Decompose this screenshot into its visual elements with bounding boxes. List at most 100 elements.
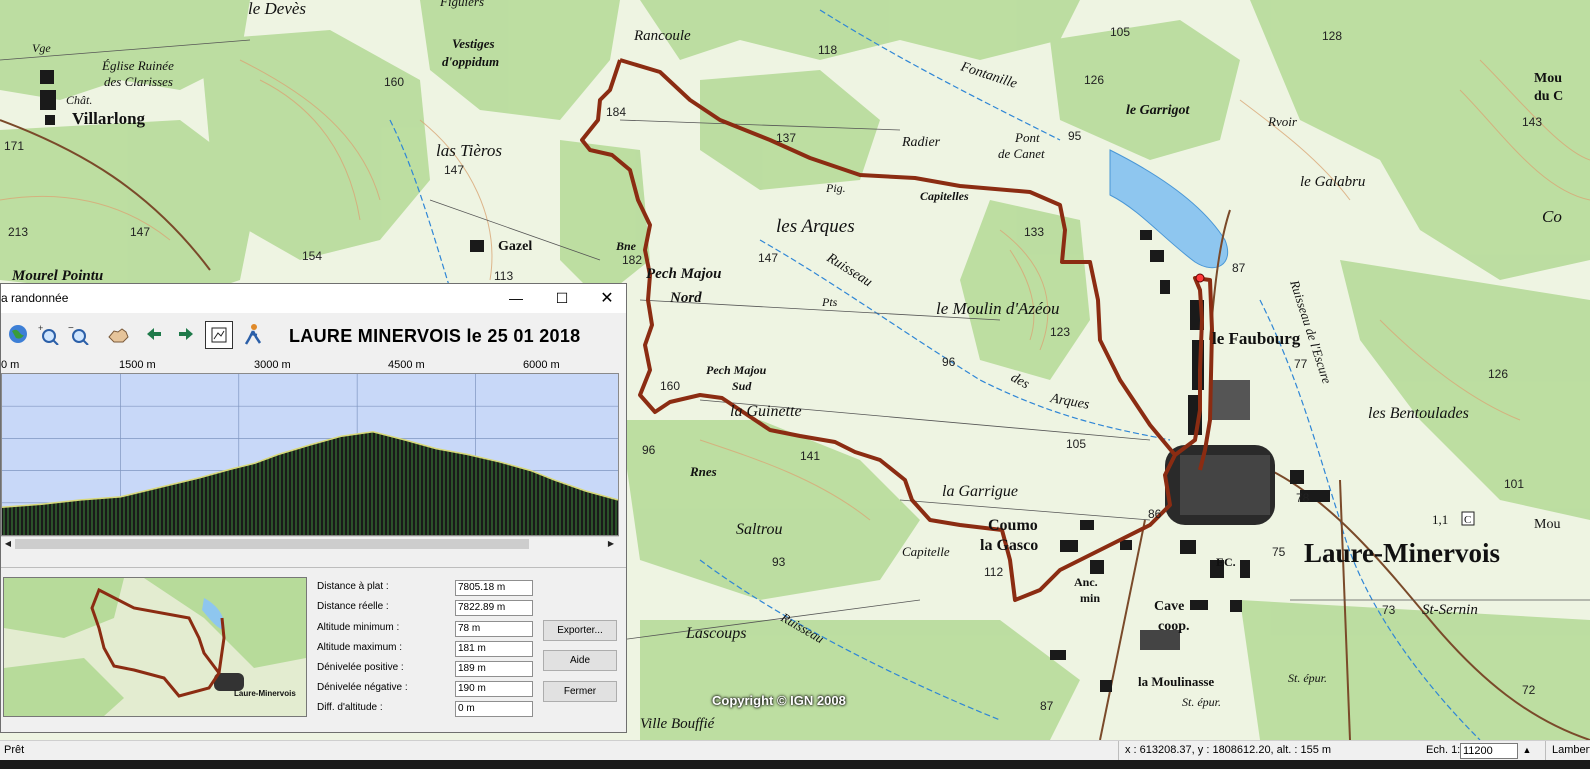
spot-height: 105	[1110, 25, 1130, 39]
spot-height: 112	[984, 565, 1003, 579]
scale-up-icon[interactable]: ▲	[1520, 743, 1534, 757]
status-text: Prêt	[4, 744, 25, 756]
label-galabru: le Galabru	[1300, 174, 1365, 190]
label-rnes: Rnes	[689, 464, 717, 479]
arrow-left-icon[interactable]	[141, 321, 167, 347]
stat-label-alt-min: Altitude minimum :	[317, 622, 400, 633]
spot-height: 113	[494, 269, 513, 283]
stat-value-elev-gain: 189 m	[455, 661, 533, 677]
label-capitelle: Capitelle	[902, 544, 950, 559]
label-vge: Vge	[32, 41, 51, 55]
label-pech-majou: Pech Majou	[646, 266, 721, 282]
label-tieros: las Tièros	[436, 141, 502, 160]
label-st-epur-1: St. épur.	[1288, 671, 1327, 685]
label-c-box: C	[1464, 514, 1471, 526]
label-villarlong: Villarlong	[72, 109, 146, 128]
close-button[interactable]: Fermer	[543, 681, 617, 702]
spot-height: 77	[1294, 357, 1308, 371]
label-ec: EC.	[1216, 555, 1236, 569]
minimap[interactable]: Laure-Minervois	[3, 577, 307, 717]
hiker-icon[interactable]	[239, 321, 265, 347]
spot-height: 160	[660, 379, 680, 393]
label-radier: Radier	[901, 135, 941, 150]
projection-label: Lambert II Etendu (m)	[1545, 741, 1590, 760]
spot-height: 160	[384, 75, 404, 89]
label-garrigue: la Garrigue	[942, 483, 1018, 500]
label-bentoulades: les Bentoulades	[1368, 405, 1469, 422]
zoom-in-icon[interactable]: +	[35, 321, 61, 347]
spot-height: 143	[1522, 115, 1542, 129]
profile-scrollbar[interactable]: ◀ ▶	[1, 536, 619, 551]
spot-height: 141	[800, 449, 820, 463]
spot-height: 87	[1232, 261, 1246, 275]
elevation-profile[interactable]	[1, 373, 619, 536]
globe-icon[interactable]	[5, 321, 31, 347]
spot-height: 184	[606, 105, 626, 119]
spot-height: 126	[1488, 367, 1508, 381]
scroll-thumb[interactable]	[15, 539, 529, 549]
arrow-right-icon[interactable]	[173, 321, 199, 347]
label-coop: coop.	[1158, 619, 1190, 634]
minimize-button[interactable]: —	[493, 284, 539, 313]
spot-height: 147	[130, 225, 150, 239]
label-guinette: la Guinette	[730, 403, 802, 420]
zoom-out-icon[interactable]: −	[65, 321, 91, 347]
export-button[interactable]: Exporter...	[543, 620, 617, 641]
close-window-button[interactable]: ✕	[584, 284, 630, 313]
spot-height: 101	[1504, 477, 1524, 491]
label-canet: de Canet	[998, 146, 1045, 161]
label-cave: Cave	[1154, 599, 1184, 614]
minimap-label: Laure-Minervois	[234, 689, 296, 698]
label-nord: Nord	[669, 290, 702, 306]
elevation-profile-chart	[1, 374, 619, 535]
spot-height: 93	[772, 555, 786, 569]
dialog-separator	[1, 567, 626, 568]
label-chat: Chât.	[66, 93, 92, 107]
help-button[interactable]: Aide	[543, 650, 617, 671]
label-co: Co	[1542, 207, 1562, 226]
label-bne: Bne	[615, 239, 637, 253]
label-moulinasse: la Moulinasse	[1138, 674, 1214, 689]
x-tick-label: 1500 m	[119, 359, 156, 371]
label-ville-bouffie: Ville Bouffié	[640, 716, 716, 732]
x-tick-label: 0 m	[1, 359, 20, 371]
pan-hand-icon[interactable]	[105, 321, 131, 347]
spot-height: 147	[444, 163, 464, 177]
map-copyright: Copyright © IGN 2008	[712, 693, 846, 708]
label-pont: Pont	[1014, 130, 1040, 145]
track-start-marker[interactable]	[1195, 273, 1205, 283]
spot-height: 118	[818, 43, 837, 57]
label-oppidum: d'oppidum	[442, 54, 499, 69]
stat-value-distance-flat: 7805.18 m	[455, 580, 533, 596]
profile-heading: LAURE MINERVOIS le 25 01 2018	[289, 326, 581, 346]
stat-value-alt-max: 181 m	[455, 641, 533, 657]
scale-label: Ech. 1:	[1426, 744, 1461, 756]
svg-text:−: −	[68, 323, 74, 334]
label-pig: Pig.	[825, 181, 846, 195]
label-garrigot: le Garrigot	[1126, 103, 1191, 118]
spot-height: 86	[1148, 507, 1162, 521]
label-deves: le Devès	[248, 0, 306, 18]
profile-view-icon[interactable]	[205, 321, 233, 349]
spot-height: 95	[1068, 129, 1082, 143]
scale-input[interactable]: 11200	[1460, 743, 1518, 759]
label-vestiges: Vestiges	[452, 36, 495, 51]
stat-value-alt-min: 78 m	[455, 621, 533, 637]
stat-label-elev-gain: Dénivelée positive :	[317, 662, 404, 673]
scroll-left-button[interactable]: ◀	[1, 537, 15, 551]
spot-height: 128	[1322, 29, 1342, 43]
x-tick-label: 3000 m	[254, 359, 291, 371]
label-min: min	[1080, 591, 1100, 605]
stat-label-alt-diff: Diff. d'altitude :	[317, 702, 383, 713]
scroll-right-button[interactable]: ▶	[604, 537, 618, 551]
label-one-one: 1,1	[1432, 512, 1448, 527]
x-tick-label: 6000 m	[523, 359, 560, 371]
label-mou-c: du C	[1534, 89, 1563, 104]
dialog-titlebar[interactable]: a randonnée — ☐ ✕	[1, 284, 626, 313]
label-anc: Anc.	[1074, 575, 1098, 589]
maximize-button[interactable]: ☐	[539, 284, 585, 313]
label-coumo: Coumo	[988, 517, 1038, 534]
stat-value-elev-loss: 190 m	[455, 681, 533, 697]
spot-height: 171	[4, 139, 24, 153]
label-moulin: le Moulin d'Azéou	[936, 299, 1060, 318]
